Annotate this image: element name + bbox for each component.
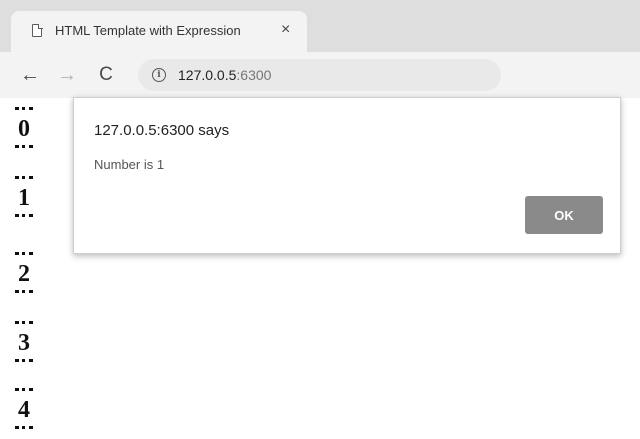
dotted-overline [15,321,33,328]
info-icon[interactable]: i [152,68,166,82]
number-text: 4 [18,397,30,423]
page-icon [32,23,43,37]
number-text: 0 [18,116,30,142]
url-host: 127.0.0.5 [178,67,237,83]
dotted-overline [15,388,33,395]
dialog-message: Number is 1 [94,157,165,172]
number-item: 0 [13,107,35,148]
reload-icon[interactable]: C [94,52,118,98]
forward-arrow-icon[interactable]: → [55,52,79,98]
close-tab-icon[interactable]: × [281,21,290,39]
number-text: 3 [18,330,30,356]
browser-tab[interactable]: HTML Template with Expression × [11,11,307,52]
tab-strip: HTML Template with Expression × [0,0,640,52]
browser-toolbar: ← → C i 127.0.0.5:6300 [0,52,640,98]
dialog-title: 127.0.0.5:6300 says [94,122,230,139]
back-arrow-icon[interactable]: ← [18,52,42,98]
dotted-underline [15,290,33,293]
address-bar[interactable]: i 127.0.0.5:6300 [138,59,501,91]
number-item: 2 [13,252,35,293]
number-text: 2 [18,261,30,287]
dotted-underline [15,426,33,429]
ok-button[interactable]: OK [525,196,603,234]
url-port: :6300 [236,67,272,83]
dotted-underline [15,359,33,362]
number-text: 1 [18,185,30,211]
dotted-overline [15,107,33,114]
dotted-overline [15,252,33,259]
url-text: 127.0.0.5:6300 [178,67,271,83]
alert-dialog: 127.0.0.5:6300 says Number is 1 OK [73,97,621,254]
number-item: 3 [13,321,35,362]
browser-window: HTML Template with Expression × ← → C i … [0,0,640,439]
number-item: 4 [13,388,35,429]
number-item: 1 [13,176,35,217]
dotted-underline [15,145,33,148]
dotted-overline [15,176,33,183]
tab-title: HTML Template with Expression [55,23,241,38]
dotted-underline [15,214,33,217]
